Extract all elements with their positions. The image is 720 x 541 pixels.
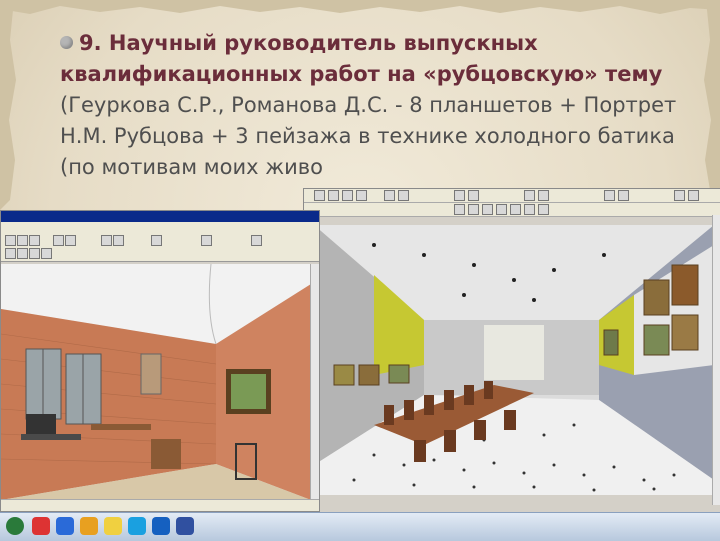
slide-text-block: 9. Научный руководитель выпускных квалиф… bbox=[60, 28, 690, 183]
toolbar-icon bbox=[17, 248, 28, 259]
toolbar-row-1 bbox=[304, 189, 720, 203]
toolbar-icon bbox=[65, 235, 76, 246]
toolbar-icon bbox=[151, 235, 162, 246]
slide-body-text: (Геуркова С.Р., Романова Д.С. - 8 планше… bbox=[60, 93, 677, 179]
toolbar-icon bbox=[314, 190, 325, 201]
slide-heading: 9. Научный руководитель выпускных квалиф… bbox=[60, 31, 663, 86]
toolbar-icon bbox=[468, 190, 479, 201]
toolbar-icon bbox=[5, 248, 16, 259]
app-icon[interactable] bbox=[152, 517, 170, 535]
scrollbar[interactable] bbox=[310, 264, 319, 500]
toolbar-icon bbox=[604, 190, 615, 201]
windows-taskbar bbox=[0, 512, 720, 541]
toolbar-icon bbox=[53, 235, 64, 246]
start-button-icon[interactable] bbox=[6, 517, 24, 535]
toolbar-icon bbox=[538, 204, 549, 215]
toolbar-icon bbox=[29, 248, 40, 259]
skype-icon[interactable] bbox=[128, 517, 146, 535]
toolbar-icon bbox=[482, 204, 493, 215]
toolbar-icon bbox=[496, 204, 507, 215]
bullet-icon bbox=[60, 36, 73, 49]
status-bar bbox=[1, 499, 319, 511]
toolbar-icon bbox=[17, 235, 28, 246]
opera-icon[interactable] bbox=[32, 517, 50, 535]
toolbar-icon bbox=[524, 190, 535, 201]
toolbar-icon bbox=[251, 235, 262, 246]
menu-bar[interactable] bbox=[1, 222, 319, 233]
toolbar-icon bbox=[398, 190, 409, 201]
toolbar-icon bbox=[674, 190, 685, 201]
toolbar-icon bbox=[5, 235, 16, 246]
toolbar-icon bbox=[454, 190, 465, 201]
toolbar-icon bbox=[510, 204, 521, 215]
toolbar-icon bbox=[468, 204, 479, 215]
screenshot-right-render bbox=[303, 188, 720, 518]
toolbar-icon bbox=[356, 190, 367, 201]
room-3d-render bbox=[1, 264, 311, 500]
yandex-icon[interactable] bbox=[80, 517, 98, 535]
scrollbar[interactable] bbox=[712, 215, 720, 505]
ie-icon[interactable] bbox=[56, 517, 74, 535]
toolbar-icon bbox=[101, 235, 112, 246]
toolbar-icon bbox=[328, 190, 339, 201]
toolbar-icon bbox=[41, 248, 52, 259]
folder-icon[interactable] bbox=[104, 517, 122, 535]
word-icon[interactable] bbox=[176, 517, 194, 535]
toolbar-icon bbox=[538, 190, 549, 201]
toolbar-icon bbox=[201, 235, 212, 246]
toolbar-icon bbox=[618, 190, 629, 201]
toolbar bbox=[1, 233, 319, 262]
toolbar-icon bbox=[524, 204, 535, 215]
toolbar-icon bbox=[384, 190, 395, 201]
toolbar-row-2 bbox=[304, 203, 720, 217]
window-title-bar bbox=[1, 211, 319, 222]
toolbar-icon bbox=[342, 190, 353, 201]
toolbar-icon bbox=[688, 190, 699, 201]
toolbar-icon bbox=[454, 204, 465, 215]
toolbar-icon bbox=[113, 235, 124, 246]
corridor-3d-render bbox=[314, 225, 714, 495]
toolbar-icon bbox=[29, 235, 40, 246]
screenshot-left-render bbox=[0, 210, 320, 512]
